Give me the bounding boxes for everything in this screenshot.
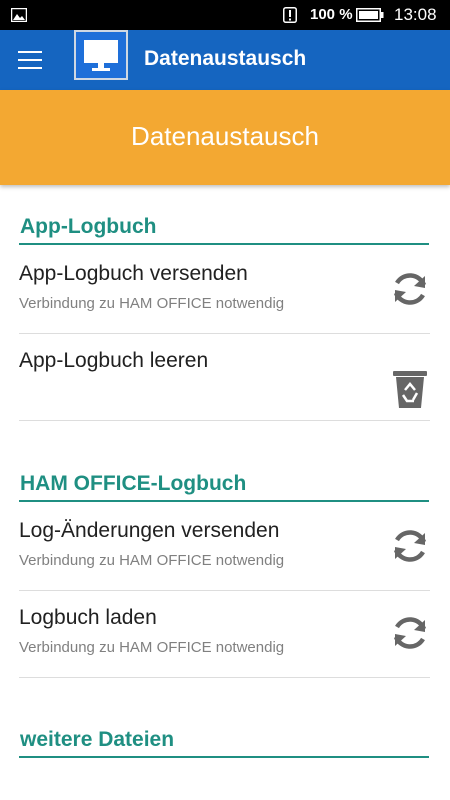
recycle-bin-icon[interactable] [388,368,432,412]
section-header-ham-office-logbuch: HAM OFFICE-Logbuch [19,462,429,502]
item-title: Log-Änderungen versenden [19,519,280,542]
item-title: App-Logbuch versenden [19,262,248,285]
section-title: App-Logbuch [20,215,157,238]
list-item-app-logbuch-versenden[interactable]: App-Logbuch versenden Verbindung zu HAM … [19,247,430,334]
section-title: HAM OFFICE-Logbuch [20,472,247,495]
section-header-weitere-dateien: weitere Dateien [19,718,429,758]
section-header-app-logbuch: App-Logbuch [19,205,429,245]
item-title: Logbuch laden [19,606,157,629]
page-title: Datenaustausch [131,121,319,151]
list-item-app-logbuch-leeren[interactable]: App-Logbuch leeren [19,334,430,421]
page-banner: Datenaustausch [0,90,450,185]
status-bar: 100 % 13:08 [0,0,450,30]
clock: 13:08 [394,5,437,24]
alert-notification-icon [283,7,297,23]
item-subtitle: Verbindung zu HAM OFFICE notwendig [19,639,285,656]
app-bar: Datenaustausch [0,30,450,90]
hamburger-menu-icon[interactable] [18,51,42,69]
image-notification-icon [11,8,27,22]
section-title: weitere Dateien [20,728,175,751]
battery-icon [356,8,384,22]
item-title: App-Logbuch leeren [19,349,209,372]
battery-percent: 100 % [310,6,353,23]
app-title: Datenaustausch [144,47,307,70]
list-item-log-aenderungen-versenden[interactable]: Log-Änderungen versenden Verbindung zu H… [19,504,430,591]
sync-icon[interactable] [388,611,432,655]
sync-icon[interactable] [388,524,432,568]
monitor-icon [74,30,128,80]
item-subtitle: Verbindung zu HAM OFFICE notwendig [19,552,285,569]
list-item-logbuch-laden[interactable]: Logbuch laden Verbindung zu HAM OFFICE n… [19,591,430,678]
item-subtitle: Verbindung zu HAM OFFICE notwendig [19,295,285,312]
sync-icon[interactable] [388,267,432,311]
